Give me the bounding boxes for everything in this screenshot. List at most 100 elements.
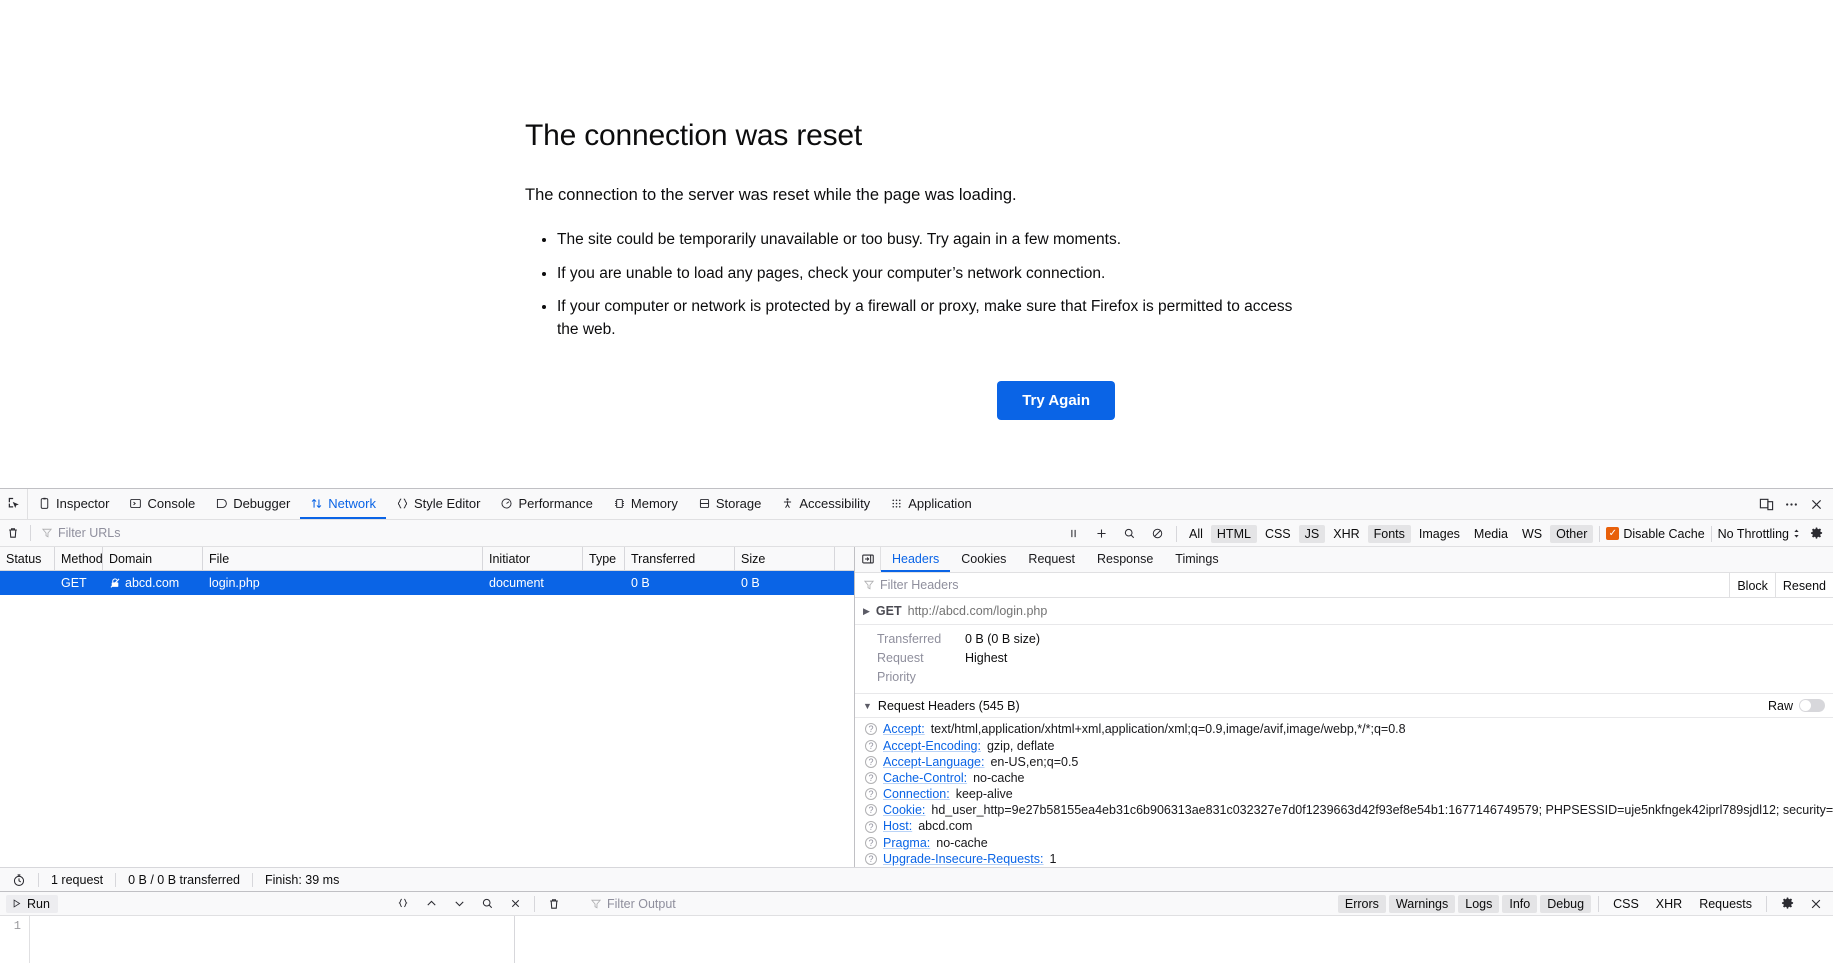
- trash-icon[interactable]: [541, 892, 567, 916]
- gear-icon[interactable]: [1803, 522, 1829, 546]
- filter-type-all[interactable]: All: [1183, 525, 1209, 543]
- request-list-empty-area[interactable]: [0, 595, 854, 867]
- chevron-up-icon[interactable]: [418, 892, 444, 916]
- filter-type-media[interactable]: Media: [1468, 525, 1514, 543]
- tab-headers[interactable]: Headers: [881, 547, 951, 573]
- console-filter-warnings[interactable]: Warnings: [1388, 894, 1456, 913]
- block-button[interactable]: Block: [1729, 573, 1775, 599]
- resend-button[interactable]: Resend: [1774, 573, 1833, 599]
- tab-cookies[interactable]: Cookies: [950, 547, 1017, 572]
- expand-pane-icon[interactable]: [855, 547, 881, 572]
- tab-network[interactable]: Network: [300, 489, 386, 520]
- throttling-dropdown[interactable]: No Throttling: [1718, 527, 1801, 541]
- filter-type-fonts[interactable]: Fonts: [1367, 524, 1411, 543]
- pretty-print-icon[interactable]: [390, 892, 416, 916]
- header-row[interactable]: ? Accept-Language: en-US,en;q=0.5: [855, 754, 1833, 770]
- disable-cache-checkbox[interactable]: ✓ Disable Cache: [1606, 527, 1705, 541]
- console-input-area[interactable]: 1: [0, 916, 515, 963]
- filter-type-images[interactable]: Images: [1413, 525, 1466, 543]
- tab-console[interactable]: Console: [119, 489, 205, 519]
- chevron-down-icon[interactable]: ▼: [863, 701, 872, 711]
- responsive-design-mode-icon[interactable]: [1759, 497, 1774, 512]
- tab-inspector[interactable]: Inspector: [28, 489, 119, 519]
- header-name[interactable]: Cache-Control:: [883, 770, 967, 786]
- header-row[interactable]: ? Cache-Control: no-cache: [855, 770, 1833, 786]
- console-filter-xhr[interactable]: XHR: [1649, 895, 1689, 913]
- filter-type-ws[interactable]: WS: [1516, 525, 1548, 543]
- tab-timings[interactable]: Timings: [1164, 547, 1229, 572]
- console-filter-debug[interactable]: Debug: [1540, 894, 1592, 913]
- header-name[interactable]: Accept-Encoding:: [883, 738, 981, 754]
- filter-type-css[interactable]: CSS: [1259, 525, 1297, 543]
- help-icon[interactable]: ?: [865, 804, 877, 817]
- header-row[interactable]: ? Upgrade-Insecure-Requests: 1: [855, 851, 1833, 867]
- console-output[interactable]: [515, 916, 1833, 963]
- help-icon[interactable]: ?: [865, 771, 877, 784]
- chevron-down-icon[interactable]: [446, 892, 472, 916]
- help-icon[interactable]: ?: [865, 739, 877, 752]
- tab-accessibility[interactable]: Accessibility: [771, 489, 880, 519]
- header-row[interactable]: ? Accept: text/html,application/xhtml+xm…: [855, 721, 1833, 737]
- help-icon[interactable]: ?: [865, 836, 877, 849]
- column-header-domain[interactable]: Domain: [103, 547, 203, 571]
- help-icon[interactable]: ?: [865, 723, 877, 736]
- header-name[interactable]: Pragma:: [883, 835, 930, 851]
- close-icon[interactable]: [1803, 892, 1829, 916]
- tab-application[interactable]: Application: [880, 489, 982, 519]
- column-header-method[interactable]: Method: [55, 547, 103, 571]
- header-name[interactable]: Accept-Language:: [883, 754, 984, 770]
- tab-storage[interactable]: Storage: [688, 489, 772, 519]
- search-icon[interactable]: [1116, 522, 1142, 546]
- tab-memory[interactable]: Memory: [603, 489, 688, 519]
- filter-type-other[interactable]: Other: [1550, 524, 1594, 543]
- chevron-right-icon[interactable]: ▶: [863, 606, 870, 617]
- column-header-status[interactable]: Status: [0, 547, 55, 571]
- header-row[interactable]: ? Accept-Encoding: gzip, deflate: [855, 738, 1833, 754]
- column-header-transferred[interactable]: Transferred: [625, 547, 735, 571]
- tab-style-editor[interactable]: Style Editor: [386, 489, 490, 519]
- help-icon[interactable]: ?: [865, 820, 877, 833]
- request-url-row[interactable]: ▶ GET http://abcd.com/login.php: [855, 598, 1833, 626]
- try-again-button[interactable]: Try Again: [997, 380, 1115, 420]
- header-row[interactable]: ? Pragma: no-cache: [855, 835, 1833, 851]
- table-row[interactable]: GET abcd.com login.php document 0 B 0 B: [0, 571, 854, 596]
- column-header-size[interactable]: Size: [735, 547, 835, 571]
- console-filter-logs[interactable]: Logs: [1458, 894, 1500, 913]
- trash-icon[interactable]: [0, 521, 26, 545]
- gear-icon[interactable]: [1774, 892, 1800, 916]
- raw-toggle[interactable]: [1799, 699, 1825, 713]
- header-name[interactable]: Connection:: [883, 786, 950, 802]
- plus-icon[interactable]: [1088, 522, 1114, 546]
- header-row[interactable]: ? Host: abcd.com: [855, 818, 1833, 834]
- column-header-type[interactable]: Type: [583, 547, 625, 571]
- help-icon[interactable]: ?: [865, 788, 877, 801]
- help-icon[interactable]: ?: [865, 852, 877, 865]
- element-picker-icon[interactable]: [0, 489, 28, 520]
- console-filter-requests[interactable]: Requests: [1692, 895, 1759, 913]
- filter-type-xhr[interactable]: XHR: [1327, 525, 1365, 543]
- run-button[interactable]: Run: [6, 894, 58, 913]
- console-input[interactable]: [30, 916, 514, 963]
- close-icon[interactable]: [1809, 497, 1824, 512]
- tab-performance[interactable]: Performance: [490, 489, 602, 519]
- filter-type-html[interactable]: HTML: [1210, 524, 1257, 543]
- block-icon[interactable]: [1144, 522, 1170, 546]
- tab-request[interactable]: Request: [1017, 547, 1086, 572]
- header-name[interactable]: Cookie:: [883, 802, 925, 818]
- header-name[interactable]: Host:: [883, 818, 912, 834]
- search-icon[interactable]: [474, 892, 500, 916]
- console-filter-info[interactable]: Info: [1502, 894, 1538, 913]
- request-headers-section-header[interactable]: ▼ Request Headers (545 B) Raw: [855, 694, 1833, 719]
- help-icon[interactable]: ?: [865, 755, 877, 768]
- filter-urls-input[interactable]: Filter URLs: [35, 526, 355, 540]
- filter-type-js[interactable]: JS: [1298, 524, 1326, 543]
- meatball-menu-icon[interactable]: [1784, 497, 1799, 512]
- console-filter-css[interactable]: CSS: [1606, 895, 1646, 913]
- header-name[interactable]: Upgrade-Insecure-Requests:: [883, 851, 1044, 867]
- close-icon[interactable]: [502, 892, 528, 916]
- header-name[interactable]: Accept:: [883, 721, 925, 737]
- header-row[interactable]: ? Connection: keep-alive: [855, 786, 1833, 802]
- filter-headers-input[interactable]: Filter Headers Block Resend: [855, 573, 1833, 599]
- filter-output-input[interactable]: Filter Output: [590, 897, 676, 911]
- column-header-initiator[interactable]: Initiator: [483, 547, 583, 571]
